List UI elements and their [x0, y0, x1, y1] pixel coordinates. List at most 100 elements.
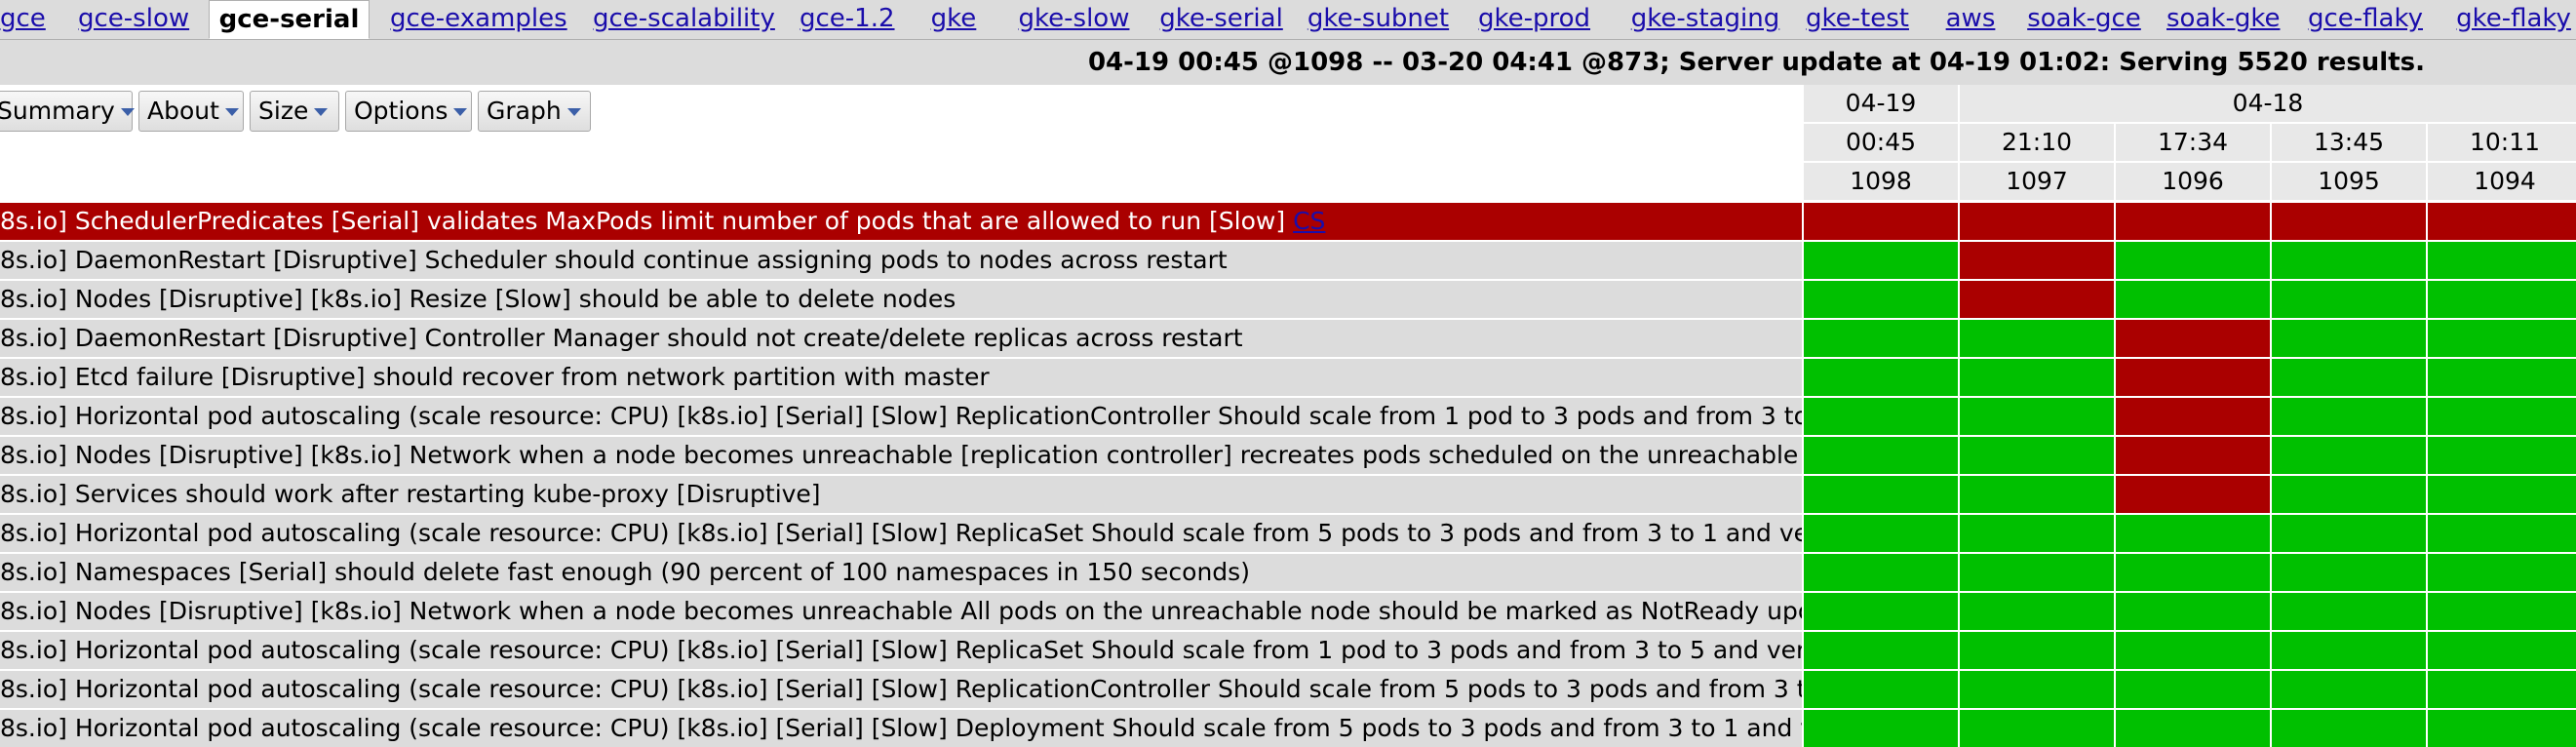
test-name[interactable]: 8s.io] Horizontal pod autoscaling (scale…: [0, 710, 1802, 747]
tab-gke-staging[interactable]: gke-staging: [1624, 0, 1786, 39]
result-cell-pass[interactable]: [1960, 671, 2114, 708]
tab-gce-slow[interactable]: gce-slow: [78, 0, 189, 39]
result-cell-pass[interactable]: [1804, 593, 1958, 630]
result-cell-pass[interactable]: [2428, 554, 2576, 591]
result-cell-fail[interactable]: [2116, 203, 2270, 240]
result-cell-fail[interactable]: [2272, 203, 2426, 240]
result-cell-pass[interactable]: [2428, 242, 2576, 279]
result-cell-pass[interactable]: [2428, 593, 2576, 630]
result-cell-pass[interactable]: [1960, 515, 2114, 552]
result-cell-pass[interactable]: [2428, 515, 2576, 552]
options-menu-button[interactable]: Options: [345, 91, 472, 132]
result-cell-fail[interactable]: [2428, 203, 2576, 240]
tab-soak-gce[interactable]: soak-gce: [2024, 0, 2144, 39]
result-cell-pass[interactable]: [2116, 281, 2270, 318]
result-cell-pass[interactable]: [2116, 671, 2270, 708]
result-cell-fail[interactable]: [1960, 281, 2114, 318]
result-cell-pass[interactable]: [1960, 437, 2114, 474]
result-cell-fail[interactable]: [2116, 359, 2270, 396]
result-cell-pass[interactable]: [2272, 359, 2426, 396]
result-cell-fail[interactable]: [1960, 242, 2114, 279]
test-name[interactable]: 8s.io] DaemonRestart [Disruptive] Contro…: [0, 320, 1802, 357]
test-name[interactable]: 8s.io] Nodes [Disruptive] [k8s.io] Resiz…: [0, 281, 1802, 318]
result-cell-pass[interactable]: [2272, 671, 2426, 708]
test-name[interactable]: 8s.io] Services should work after restar…: [0, 476, 1802, 513]
result-cell-pass[interactable]: [1804, 554, 1958, 591]
tab-gce-examples[interactable]: gce-examples: [390, 0, 567, 39]
result-cell-fail[interactable]: [1960, 203, 2114, 240]
tab-gke-subnet[interactable]: gke-subnet: [1307, 0, 1450, 39]
result-cell-pass[interactable]: [1960, 710, 2114, 747]
result-cell-pass[interactable]: [2272, 398, 2426, 435]
result-cell-pass[interactable]: [1804, 242, 1958, 279]
result-cell-pass[interactable]: [2272, 437, 2426, 474]
tab-gke-serial[interactable]: gke-serial: [1154, 0, 1288, 39]
result-cell-pass[interactable]: [2272, 515, 2426, 552]
result-cell-pass[interactable]: [1804, 671, 1958, 708]
result-cell-pass[interactable]: [1960, 593, 2114, 630]
result-cell-pass[interactable]: [1960, 554, 2114, 591]
result-cell-pass[interactable]: [2272, 281, 2426, 318]
result-cell-pass[interactable]: [2116, 710, 2270, 747]
result-cell-pass[interactable]: [1804, 359, 1958, 396]
result-cell-pass[interactable]: [2272, 632, 2426, 669]
result-cell-fail[interactable]: [2116, 476, 2270, 513]
graph-menu-button[interactable]: Graph: [478, 91, 591, 132]
result-cell-pass[interactable]: [1960, 632, 2114, 669]
result-cell-fail[interactable]: [2116, 320, 2270, 357]
test-name[interactable]: 8s.io] Nodes [Disruptive] [k8s.io] Netwo…: [0, 437, 1802, 474]
result-cell-pass[interactable]: [2428, 437, 2576, 474]
result-cell-pass[interactable]: [1804, 281, 1958, 318]
tab-aws[interactable]: aws: [1940, 0, 2001, 39]
result-cell-pass[interactable]: [2116, 554, 2270, 591]
result-cell-pass[interactable]: [2116, 632, 2270, 669]
result-cell-pass[interactable]: [2272, 593, 2426, 630]
result-cell-pass[interactable]: [2272, 476, 2426, 513]
result-cell-pass[interactable]: [1804, 398, 1958, 435]
result-cell-pass[interactable]: [2428, 320, 2576, 357]
result-cell-pass[interactable]: [2428, 398, 2576, 435]
result-cell-pass[interactable]: [1804, 320, 1958, 357]
test-name[interactable]: 8s.io] Nodes [Disruptive] [k8s.io] Netwo…: [0, 593, 1802, 630]
result-cell-pass[interactable]: [2428, 281, 2576, 318]
cs-link[interactable]: CS: [1293, 207, 1325, 235]
result-cell-pass[interactable]: [1804, 476, 1958, 513]
result-cell-pass[interactable]: [2272, 554, 2426, 591]
result-cell-pass[interactable]: [1960, 359, 2114, 396]
result-cell-pass[interactable]: [2272, 710, 2426, 747]
result-cell-pass[interactable]: [1960, 320, 2114, 357]
test-name[interactable]: 8s.io] Horizontal pod autoscaling (scale…: [0, 632, 1802, 669]
result-cell-pass[interactable]: [2272, 320, 2426, 357]
result-cell-pass[interactable]: [1960, 398, 2114, 435]
result-cell-pass[interactable]: [2116, 593, 2270, 630]
tab-gke[interactable]: gke: [928, 0, 979, 39]
tab-gce-flaky[interactable]: gce-flaky: [2307, 0, 2424, 39]
result-cell-pass[interactable]: [2428, 671, 2576, 708]
tab-gke-prod[interactable]: gke-prod: [1478, 0, 1590, 39]
result-cell-pass[interactable]: [2428, 710, 2576, 747]
tab-gke-test[interactable]: gke-test: [1806, 0, 1909, 39]
result-cell-fail[interactable]: [2116, 398, 2270, 435]
result-cell-pass[interactable]: [1804, 515, 1958, 552]
about-menu-button[interactable]: About: [138, 91, 244, 132]
tab-soak-gke[interactable]: soak-gke: [2166, 0, 2280, 39]
result-cell-pass[interactable]: [2116, 515, 2270, 552]
result-cell-pass[interactable]: [2428, 476, 2576, 513]
result-cell-fail[interactable]: [2116, 437, 2270, 474]
test-name[interactable]: 8s.io] DaemonRestart [Disruptive] Schedu…: [0, 242, 1802, 279]
tab-gke-slow[interactable]: gke-slow: [1010, 0, 1138, 39]
result-cell-pass[interactable]: [1804, 632, 1958, 669]
tab-gke-flaky[interactable]: gke-flaky: [2451, 0, 2576, 39]
result-cell-pass[interactable]: [2428, 359, 2576, 396]
result-cell-pass[interactable]: [1804, 437, 1958, 474]
tab-gce-1-2[interactable]: gce-1.2: [800, 0, 895, 39]
tab-gce-serial[interactable]: gce-serial: [209, 0, 370, 39]
tab-gce-scalability[interactable]: gce-scalability: [593, 0, 775, 39]
test-name[interactable]: 8s.io] Horizontal pod autoscaling (scale…: [0, 398, 1802, 435]
result-cell-pass[interactable]: [2116, 242, 2270, 279]
summary-menu-button[interactable]: Summary: [0, 91, 135, 132]
test-name[interactable]: 8s.io] Etcd failure [Disruptive] should …: [0, 359, 1802, 396]
result-cell-pass[interactable]: [1960, 476, 2114, 513]
test-name[interactable]: 8s.io] Horizontal pod autoscaling (scale…: [0, 671, 1802, 708]
size-menu-button[interactable]: Size: [250, 91, 339, 132]
